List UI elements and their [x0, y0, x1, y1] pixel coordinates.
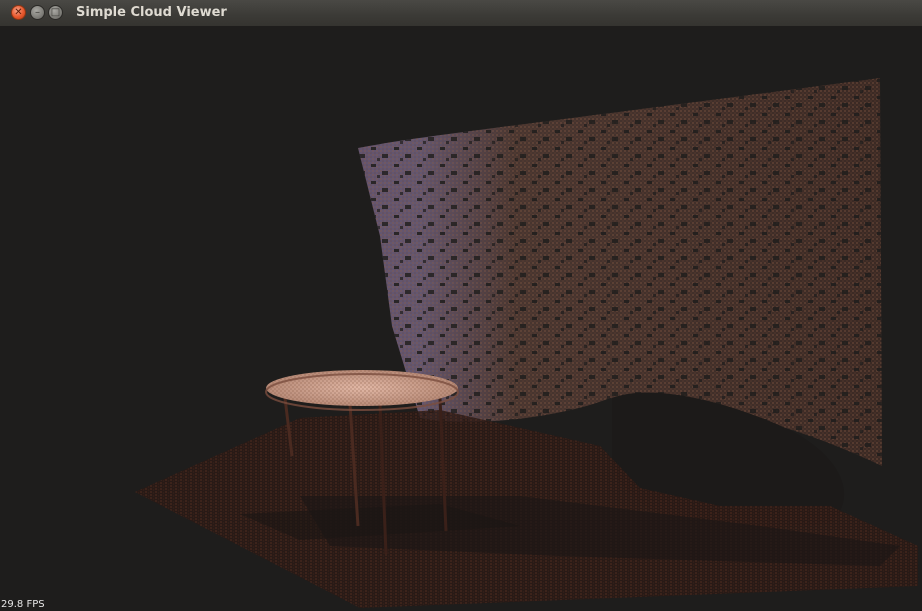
title-bar[interactable]: ✕ – □ Simple Cloud Viewer: [0, 0, 922, 27]
window-title: Simple Cloud Viewer: [76, 5, 227, 20]
point-cloud-viewport[interactable]: 29.8 FPS: [0, 26, 922, 611]
close-icon[interactable]: ✕: [11, 5, 26, 20]
maximize-icon[interactable]: □: [48, 5, 63, 20]
fps-counter: 29.8 FPS: [1, 599, 45, 610]
point-cloud-render: [135, 78, 918, 608]
app-window: ✕ – □ Simple Cloud Viewer 29.8 FPS: [0, 0, 922, 611]
minimize-icon[interactable]: –: [30, 5, 45, 20]
